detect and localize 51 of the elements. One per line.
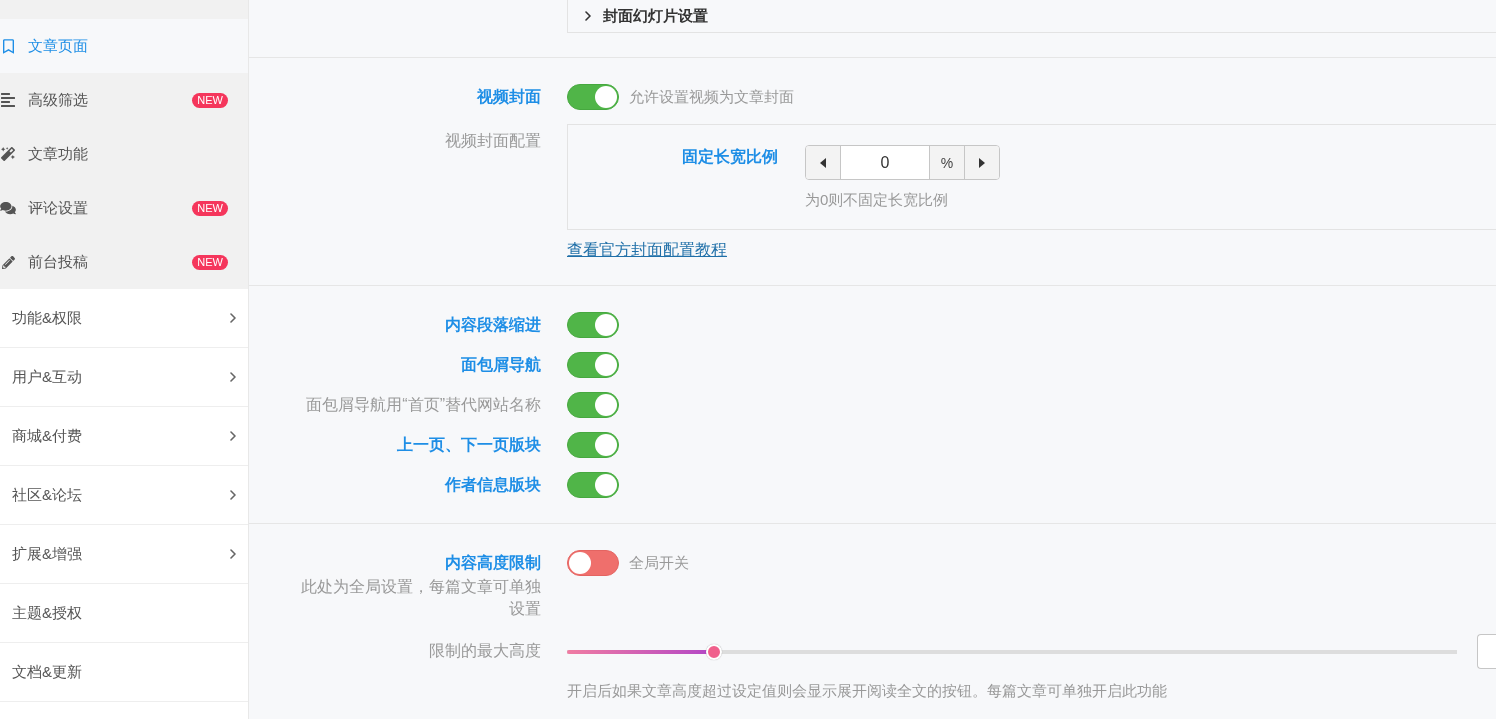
setting-note: 此处为全局设置，每篇文章可单独设置 [300,577,541,619]
height-input-field[interactable] [1477,634,1496,669]
menu-item[interactable]: 文档&更新 [0,643,248,702]
toggle-switch[interactable] [567,472,619,498]
setting-label: 面包屑导航 [461,355,541,375]
tutorial-link[interactable]: 查看官方封面配置教程 [567,240,727,260]
unit-label: % [929,146,964,179]
bookmark-icon [2,38,14,54]
toggle-switch[interactable] [567,352,619,378]
text-lines-icon [1,92,15,108]
field-hint: 为0则不固定长宽比例 [805,190,949,210]
new-badge: NEW [192,200,228,216]
menu-item[interactable]: 文章功能 [0,127,248,181]
triangle-right-icon [979,157,985,168]
increase-button[interactable] [964,146,999,179]
setting-label: 限制的最大高度 [429,641,541,661]
slider-thumb[interactable] [705,643,722,660]
menu-item[interactable]: 主题&授权 [0,584,248,643]
toggle-switch[interactable] [567,432,619,458]
menu-item[interactable]: 高级筛选 NEW [0,73,248,127]
new-badge: NEW [192,92,228,108]
setting-label: 内容高度限制 [445,553,541,573]
toggle-switch[interactable] [567,84,619,110]
setting-label: 上一页、下一页版块 [397,435,541,455]
toggle-switch[interactable] [567,392,619,418]
magic-wand-icon [1,147,15,161]
setting-description: 全局开关 [629,553,689,573]
menu-item[interactable]: 商城&付费 [0,407,248,466]
setting-label: 视频封面 [477,87,541,107]
menu-item[interactable]: 前台投稿 NEW [0,235,248,289]
number-spinner[interactable]: 0 % [805,145,1000,180]
triangle-left-icon [820,157,826,168]
toggle-switch[interactable] [567,550,619,576]
menu-item[interactable]: 用户&互动 [0,348,248,407]
setting-description: 开启后如果文章高度超过设定值则会显示展开阅读全文的按钮。每篇文章可单独开启此功能 [567,681,1167,701]
field-label: 固定长宽比例 [681,147,778,167]
menu-item[interactable]: 社区&论坛 [0,466,248,525]
pencil-icon [1,255,15,269]
setting-label: 视频封面配置 [445,131,541,151]
toggle-switch[interactable] [567,312,619,338]
new-badge: NEW [192,254,228,270]
decrease-button[interactable] [806,146,841,179]
menu-item[interactable]: 功能&权限 [0,289,248,348]
menu-item[interactable]: 评论设置 NEW [0,181,248,235]
setting-description: 允许设置视频为文章封面 [629,87,794,107]
accordion-header[interactable]: 封面幻灯片设置 [567,0,1496,33]
menu-item[interactable]: 扩展&增强 [0,525,248,584]
setting-label: 面包屑导航用“首页”替代网站名称 [306,395,541,415]
setting-label: 内容段落缩进 [445,315,541,335]
chat-bubbles-icon [0,201,16,215]
setting-label: 作者信息版块 [445,475,541,495]
